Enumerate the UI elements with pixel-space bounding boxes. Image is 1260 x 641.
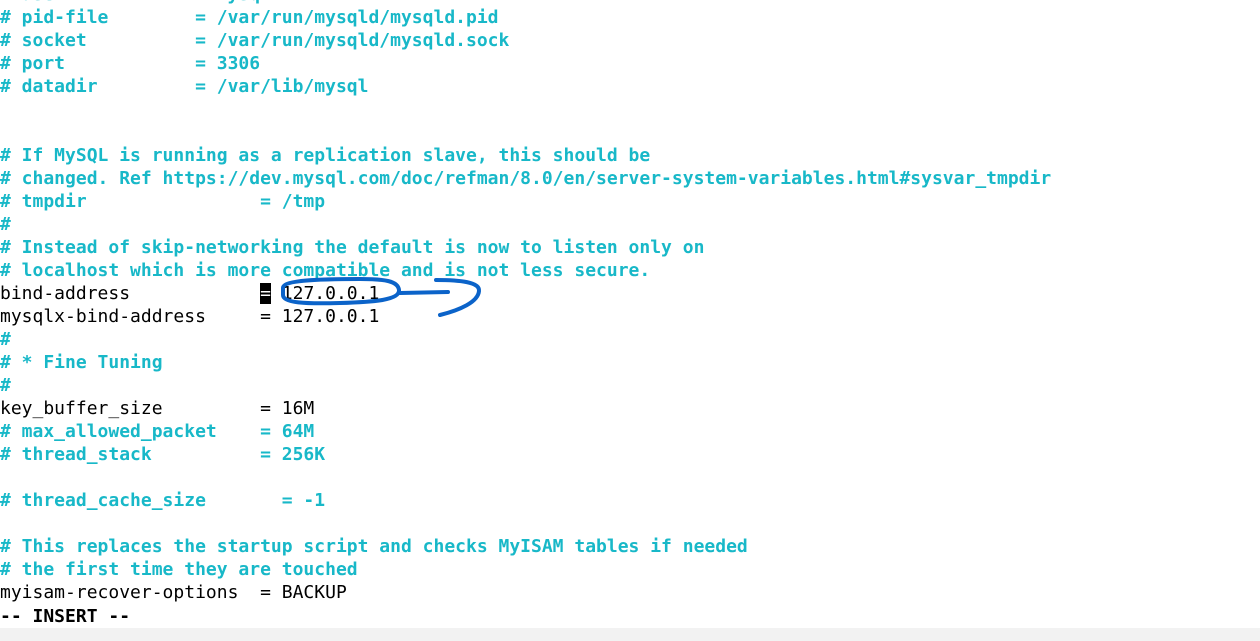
comment-line[interactable]: # pid-file = /var/run/mysqld/mysqld.pid (0, 6, 1260, 29)
vim-mode-indicator: -- INSERT -- (0, 606, 131, 627)
terminal-window[interactable]: # user = mysql# pid-file = /var/run/mysq… (0, 0, 1260, 641)
comment-line[interactable]: # * Fine Tuning (0, 351, 1260, 374)
setting-line[interactable]: mysqlx-bind-address = 127.0.0.1 (0, 305, 1260, 328)
blank-line[interactable] (0, 121, 1260, 144)
blank-line[interactable] (0, 512, 1260, 535)
terminal-bottom-bar (0, 628, 1260, 641)
comment-line[interactable]: # (0, 374, 1260, 397)
bind-address-line[interactable]: bind-address = 127.0.0.1 (0, 282, 1260, 305)
setting-line[interactable]: key_buffer_size = 16M (0, 397, 1260, 420)
setting-key: bind-address (0, 283, 261, 304)
file-content[interactable]: # user = mysql# pid-file = /var/run/mysq… (0, 0, 1260, 604)
comment-line[interactable]: # localhost which is more compatible and… (0, 259, 1260, 282)
comment-line[interactable]: # the first time they are touched (0, 558, 1260, 581)
comment-line[interactable]: # If MySQL is running as a replication s… (0, 144, 1260, 167)
text-cursor: = (260, 283, 271, 304)
comment-line[interactable]: # thread_stack = 256K (0, 443, 1260, 466)
comment-line[interactable]: # max_allowed_packet = 64M (0, 420, 1260, 443)
comment-line[interactable]: # tmpdir = /tmp (0, 190, 1260, 213)
comment-line[interactable]: # This replaces the startup script and c… (0, 535, 1260, 558)
comment-line[interactable]: # (0, 328, 1260, 351)
comment-line[interactable]: # changed. Ref https://dev.mysql.com/doc… (0, 167, 1260, 190)
comment-line[interactable]: # port = 3306 (0, 52, 1260, 75)
blank-line[interactable] (0, 466, 1260, 489)
comment-line[interactable]: # (0, 213, 1260, 236)
setting-value: 127.0.0.1 (270, 283, 380, 304)
comment-line[interactable]: # socket = /var/run/mysqld/mysqld.sock (0, 29, 1260, 52)
comment-line[interactable]: # thread_cache_size = -1 (0, 489, 1260, 512)
comment-line[interactable]: # Instead of skip-networking the default… (0, 236, 1260, 259)
comment-line[interactable]: # datadir = /var/lib/mysql (0, 75, 1260, 98)
setting-line[interactable]: myisam-recover-options = BACKUP (0, 581, 1260, 604)
blank-line[interactable] (0, 98, 1260, 121)
